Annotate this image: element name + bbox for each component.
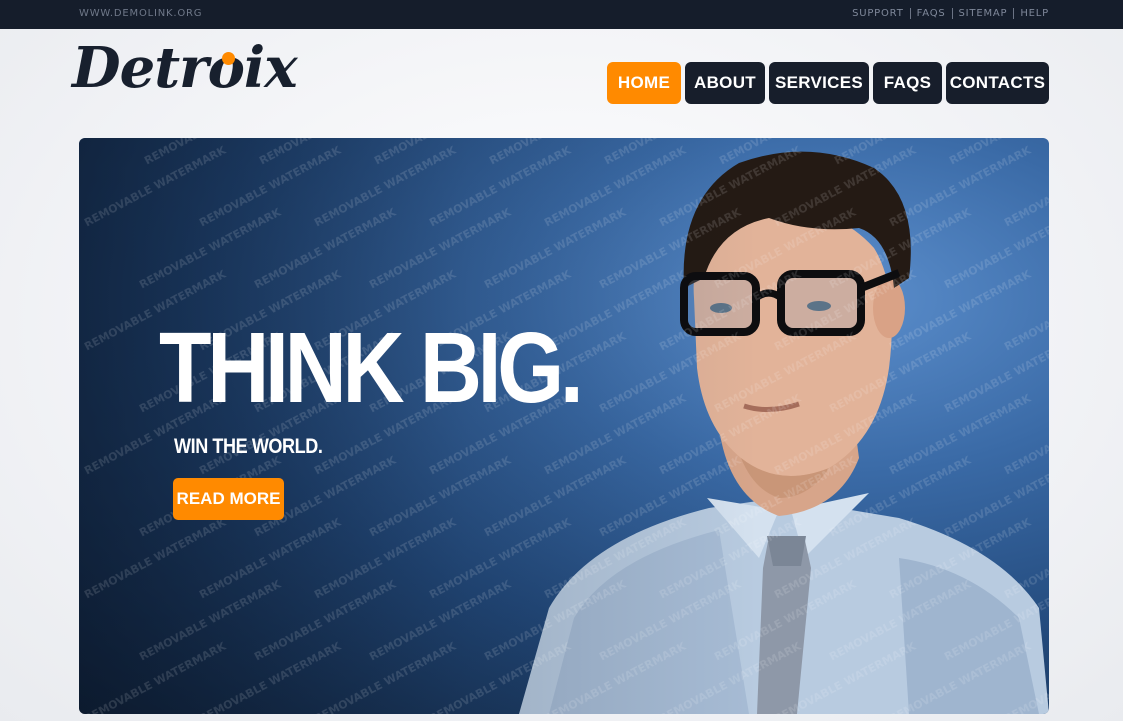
nav-item-home[interactable]: HOME — [607, 62, 681, 104]
help-link[interactable]: HELP — [1020, 8, 1049, 19]
top-bar: WWW.DEMOLINK.ORG SUPPORT FAQS SITEMAP HE… — [0, 0, 1123, 29]
hero-overlay — [79, 138, 1049, 714]
support-link[interactable]: SUPPORT — [852, 8, 904, 19]
nav-item-faqs[interactable]: FAQS — [873, 62, 942, 104]
faqs-link[interactable]: FAQS — [917, 8, 946, 19]
hero-headline: THINK BIG. — [159, 312, 584, 424]
logo[interactable]: Detroix — [72, 40, 298, 96]
sitemap-link[interactable]: SITEMAP — [959, 8, 1008, 19]
divider — [951, 8, 953, 19]
divider — [1013, 8, 1015, 19]
hero-banner: REMOVABLE WATERMARKREMOVABLE WATERMARKRE… — [79, 138, 1049, 714]
nav-item-contacts[interactable]: CONTACTS — [946, 62, 1049, 104]
hero-subheadline: WIN THE WORLD. — [174, 435, 323, 458]
logo-accent-dot — [222, 52, 235, 65]
utility-links: SUPPORT FAQS SITEMAP HELP — [852, 8, 1049, 19]
nav-item-services[interactable]: SERVICES — [769, 62, 869, 104]
site-url[interactable]: WWW.DEMOLINK.ORG — [79, 8, 202, 19]
main-nav: HOME ABOUT SERVICES FAQS CONTACTS — [607, 62, 1049, 104]
nav-item-about[interactable]: ABOUT — [685, 62, 765, 104]
divider — [909, 8, 911, 19]
read-more-button[interactable]: READ MORE — [173, 478, 284, 520]
